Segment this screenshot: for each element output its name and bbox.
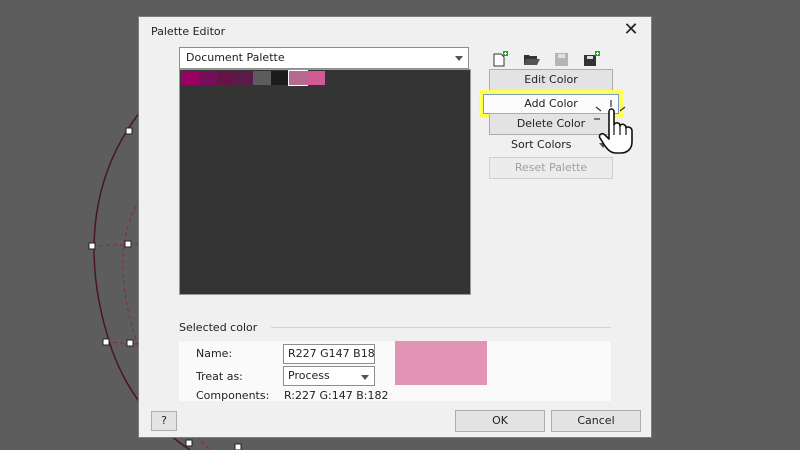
treat-as-dropdown[interactable]: Process: [283, 366, 375, 386]
treat-as-value: Process: [288, 369, 330, 382]
canvas-node-handle[interactable]: [234, 443, 242, 450]
hand-pointer-icon: [591, 97, 651, 157]
close-icon[interactable]: ✕: [621, 20, 641, 40]
canvas-node-handle[interactable]: [88, 242, 96, 250]
components-label: Components:: [196, 389, 270, 402]
canvas-node-handle[interactable]: [185, 439, 193, 447]
color-name-input[interactable]: R227 G147 B182: [283, 344, 375, 364]
edit-color-button[interactable]: Edit Color: [489, 69, 613, 91]
chevron-down-icon: [455, 56, 463, 61]
color-swatch[interactable]: [307, 71, 325, 85]
color-swatch[interactable]: [289, 71, 307, 85]
cancel-button[interactable]: Cancel: [551, 410, 641, 432]
new-palette-icon[interactable]: [491, 51, 509, 67]
name-label: Name:: [196, 347, 233, 360]
canvas-node-handle[interactable]: [126, 339, 134, 347]
palette-editor-dialog: Palette Editor ✕ Document Palette Edit C…: [138, 16, 652, 438]
palette-dropdown-value: Document Palette: [186, 51, 285, 64]
color-swatch[interactable]: [199, 71, 217, 85]
color-swatch[interactable]: [181, 71, 199, 85]
help-button[interactable]: ?: [151, 411, 177, 431]
section-divider: [271, 327, 611, 328]
color-preview-swatch: [395, 341, 487, 385]
open-palette-icon[interactable]: [523, 51, 541, 67]
save-as-palette-icon[interactable]: [583, 51, 601, 67]
canvas-node-handle[interactable]: [124, 240, 132, 248]
reset-palette-button: Reset Palette: [489, 157, 613, 179]
sort-colors-menu[interactable]: Sort Colors: [511, 138, 572, 151]
color-swatch[interactable]: [271, 71, 289, 85]
swatch-grid[interactable]: [179, 69, 471, 295]
canvas-node-handle[interactable]: [125, 127, 133, 135]
palette-dropdown[interactable]: Document Palette: [179, 47, 469, 69]
components-value: R:227 G:147 B:182: [284, 389, 389, 402]
color-swatch[interactable]: [217, 71, 235, 85]
color-swatch[interactable]: [235, 71, 253, 85]
save-palette-icon: [553, 51, 571, 67]
color-swatch[interactable]: [253, 71, 271, 85]
treat-as-label: Treat as:: [196, 370, 243, 383]
canvas-node-handle[interactable]: [102, 338, 110, 346]
selected-color-section-label: Selected color: [179, 321, 258, 334]
ok-button[interactable]: OK: [455, 410, 545, 432]
chevron-down-icon: [361, 375, 369, 380]
dialog-title: Palette Editor: [151, 25, 226, 38]
